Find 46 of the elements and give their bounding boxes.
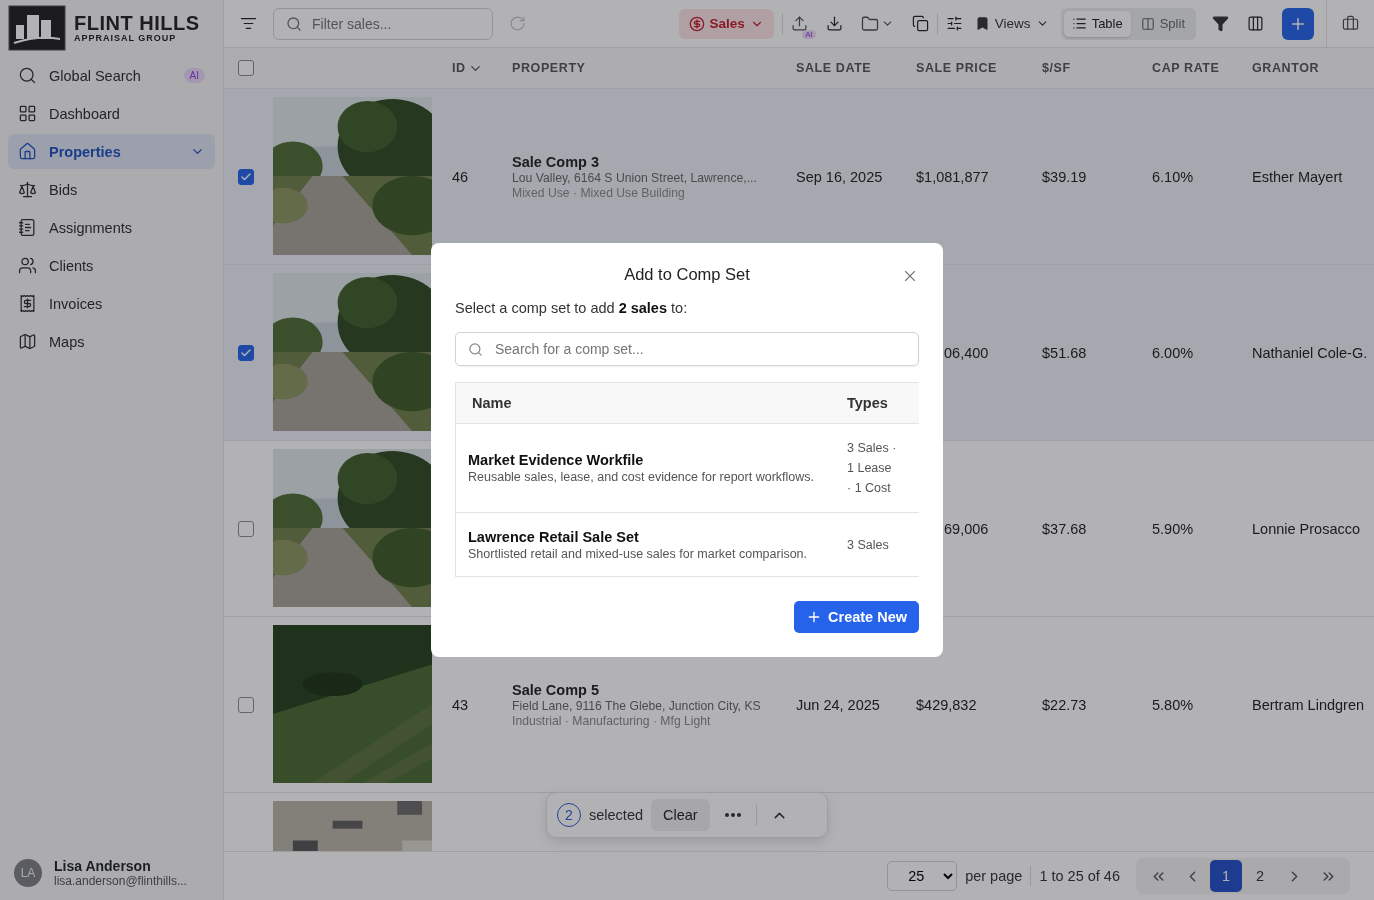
property-type: Mixed Use · Mixed Use Building [512,185,686,200]
cap-rate-cell-text: 5.90% [1152,520,1195,537]
logo-title: FLINT HILLS [74,13,200,33]
id-cell-text: 43 [451,696,470,713]
cap-rate-cell-text: 6.00% [1152,344,1195,361]
psf-cell-text: $51.68 [1042,344,1088,361]
dialog-title: Add to Comp Set [624,265,750,284]
ai-badge: AI [802,30,816,39]
grantor-cell-text: Bertram Lindgren [1252,696,1366,713]
comp-set-name: Market Evidence Workfile [468,452,645,468]
user-name: Lisa Anderson [54,858,152,874]
property-type: Industrial · Manufacturing · Mfg Light [512,713,712,728]
property-name: Sale Comp 5 [512,681,601,698]
date-cell-text: Sep 16, 2025 [796,168,884,185]
psf-cell-text: $37.68 [1042,520,1088,537]
per-page-label: per page [965,868,1023,884]
price-cell-text: 69,006 [943,520,990,537]
property-address: Field Lane, 9116 The Glebe, Junction City, KS [512,698,762,713]
price-cell-text: 06,400 [943,344,990,361]
price-cell-text: $429,832 [916,696,978,713]
comp-set-types: 3 Sales [847,536,890,554]
grantor-cell-text: Nathaniel Cole-G. [1252,344,1369,361]
dialog-instruction: Select a comp set to add 2 sales to: [455,300,689,316]
selected-label: selected [589,807,643,823]
psf-cell-text: $39.19 [1042,168,1088,185]
price-cell-text: $1,081,877 [916,168,990,185]
user-email: lisa.anderson@flinthills... [54,874,187,888]
cap-rate-cell-text: 5.80% [1152,696,1195,713]
cap-rate-cell-text: 6.10% [1152,168,1195,185]
comp-set-name: Lawrence Retail Sale Set [468,528,640,545]
comp-set-description: Shortlisted retail and mixed-use sales for market comparison. [468,546,809,561]
page-range: 1 to 25 of 46 [1039,868,1120,884]
id-cell-text: 46 [451,168,470,185]
logo-subtitle: APPRAISAL GROUP [74,33,178,43]
ai-badge: AI [183,68,205,83]
grantor-cell-text: Lonnie Prosacco [1252,520,1361,537]
comp-set-description: Reusable sales, lease, and cost evidence for report workflows. [468,470,815,484]
property-address: Lou Valley, 6164 S Union Street, Lawrence,... [512,170,758,185]
psf-cell-text: $22.73 [1042,696,1088,713]
avatar: LA [14,859,42,887]
comp-set-types: 3 Sales · 1 Lease · 1 Cost [847,440,898,497]
date-cell-text: Jun 24, 2025 [796,696,881,713]
column-header: Types [847,395,889,411]
column-header: Name [472,395,513,411]
grantor-cell-text: Esther Mayert [1252,168,1344,185]
property-name: Sale Comp 3 [512,153,601,170]
